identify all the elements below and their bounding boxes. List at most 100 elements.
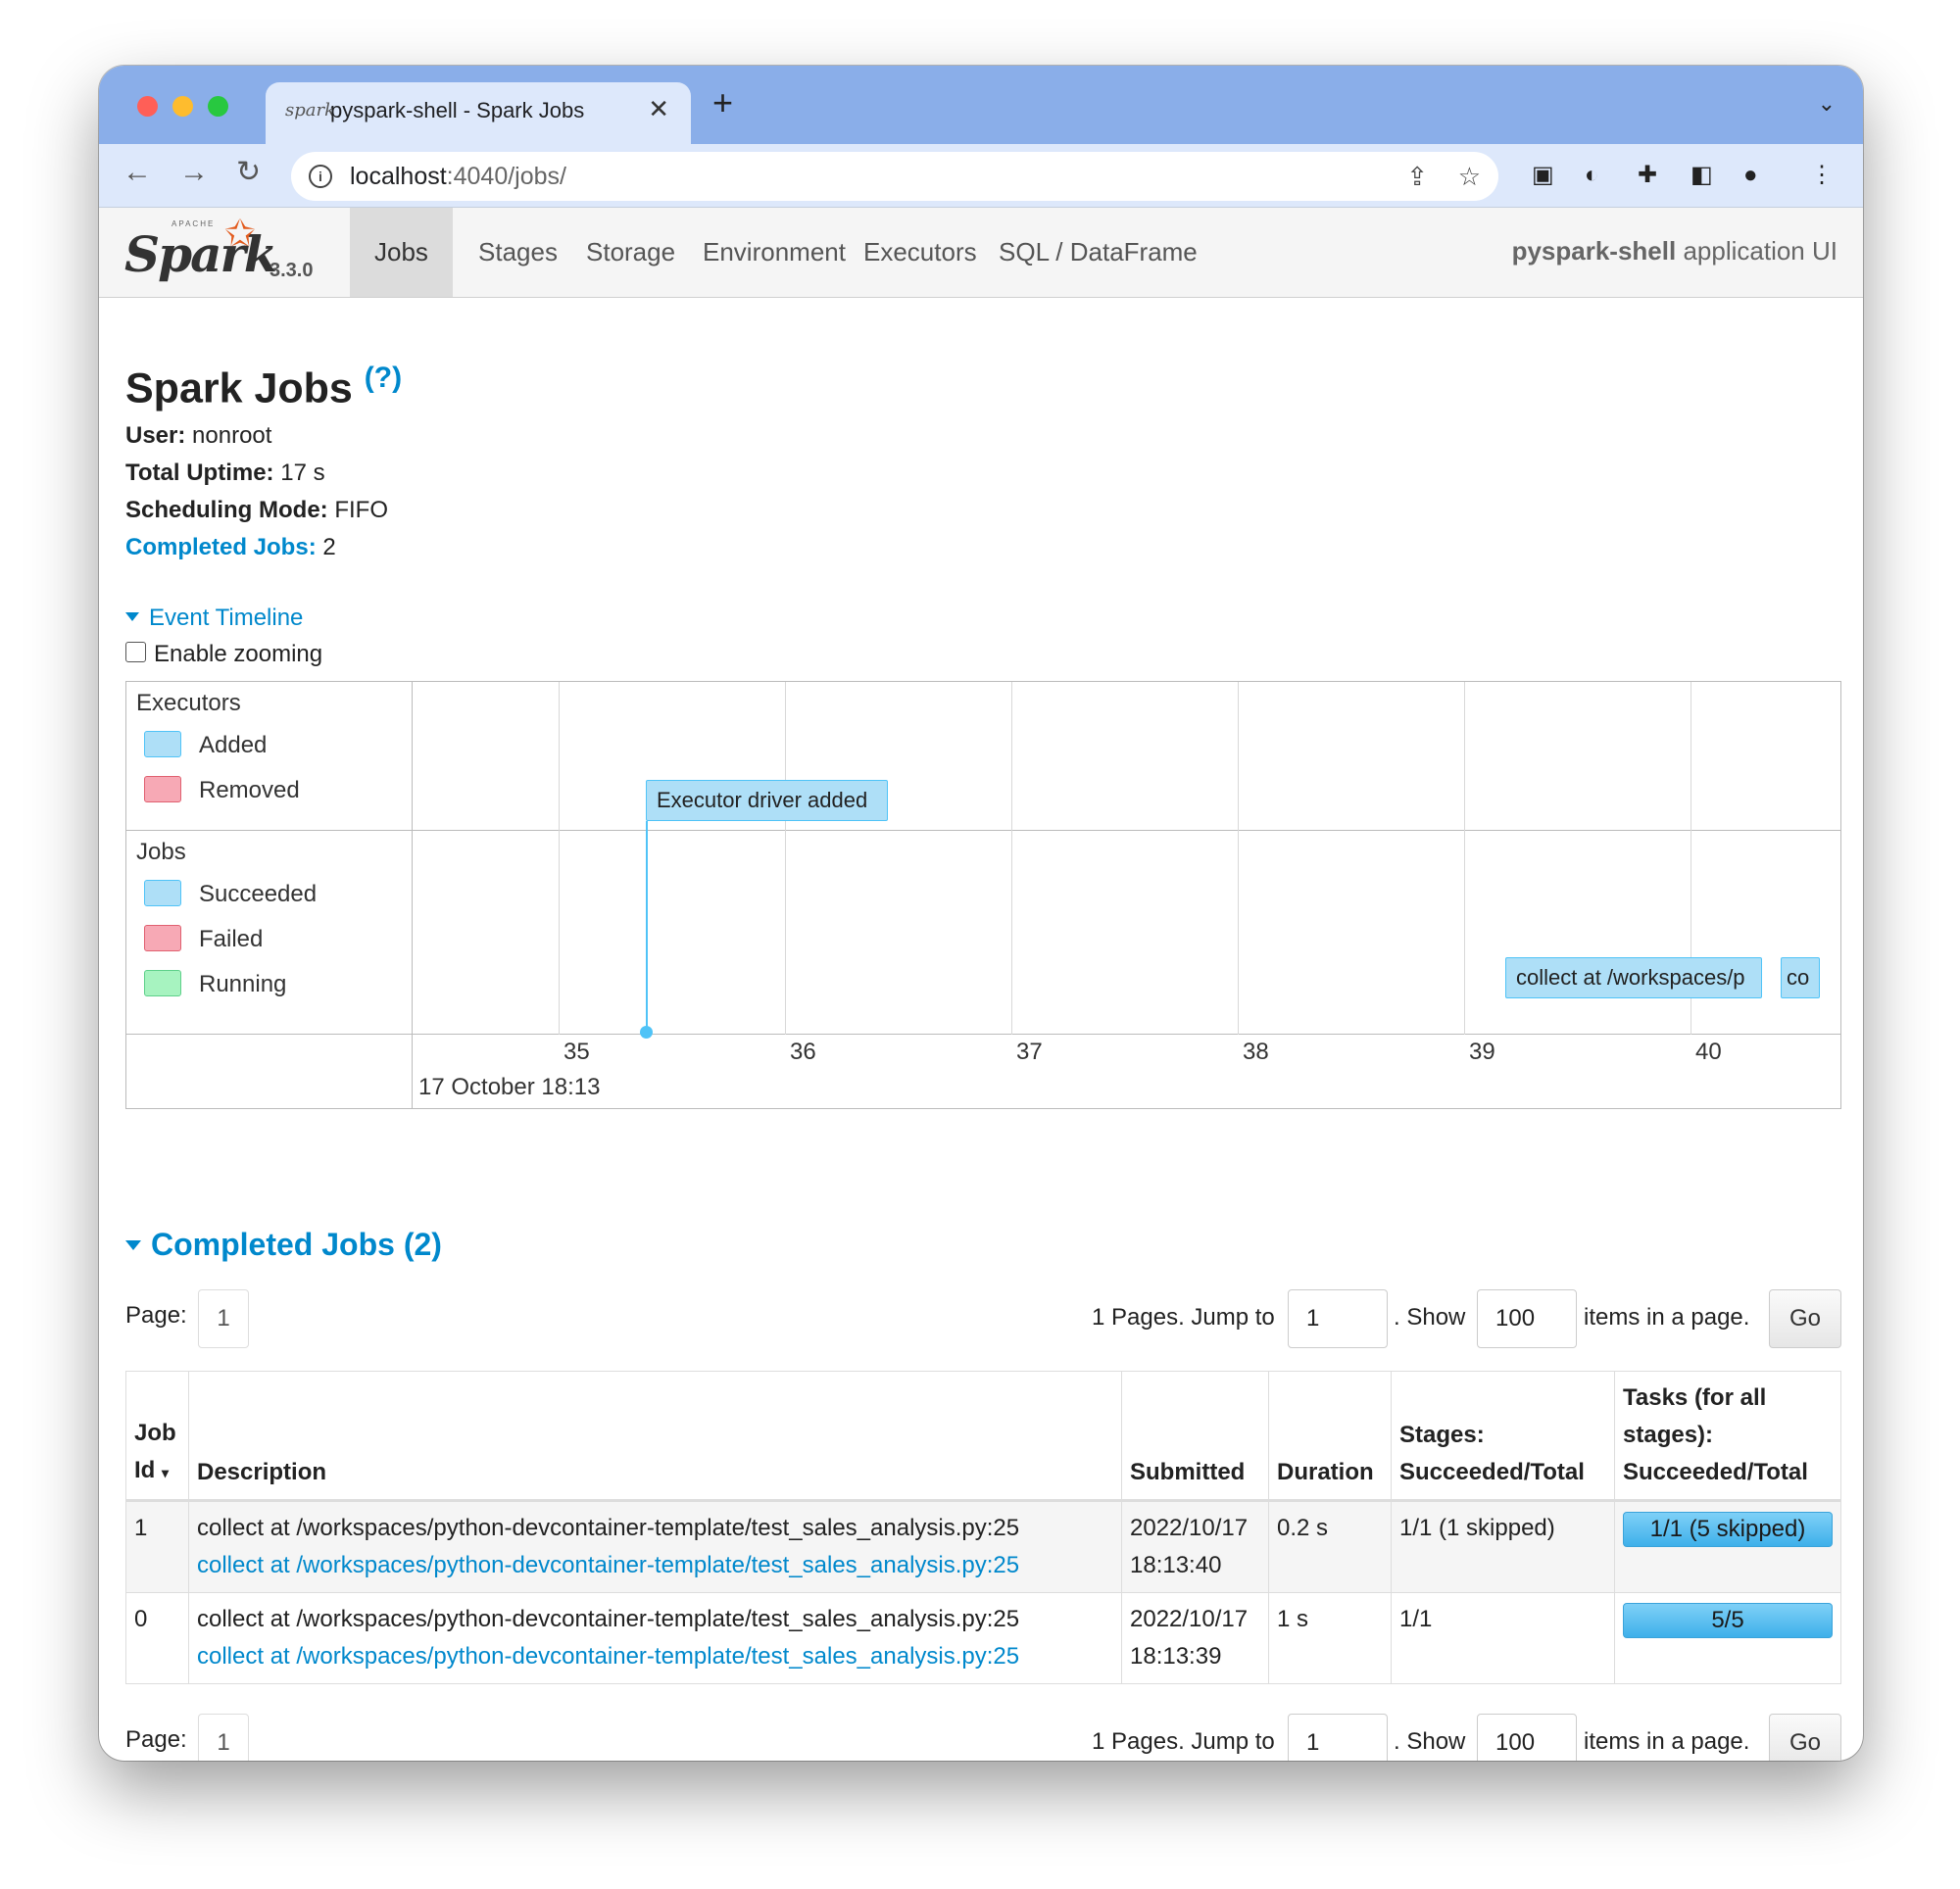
axis-tick-label: 36 xyxy=(790,1039,816,1065)
timeline-legend: Executors Added Removed Jobs Succeeded F… xyxy=(126,682,413,1108)
address-bar[interactable]: i localhost:4040/jobs/ ⇪ ☆ xyxy=(291,152,1498,201)
reload-icon[interactable]: ↻ xyxy=(236,158,261,187)
jobs-legend-title: Jobs xyxy=(136,839,186,865)
notion-extension-icon[interactable]: ▣ xyxy=(1532,162,1554,189)
go-button[interactable]: Go xyxy=(1769,1289,1841,1348)
job-id: 1 xyxy=(125,1500,189,1593)
job-duration: 1 s xyxy=(1268,1592,1392,1684)
tasks-progress-bar: 1/1 (5 skipped) xyxy=(1623,1512,1833,1547)
sort-desc-icon: ▾ xyxy=(162,1465,170,1480)
col-duration[interactable]: Duration xyxy=(1268,1371,1392,1501)
table-header-row: Job Id ▾ Description Submitted Duration … xyxy=(125,1371,1841,1501)
job-description-link[interactable]: collect at /workspaces/python-devcontain… xyxy=(197,1638,1113,1675)
extension-icon[interactable]: ◐ xyxy=(1585,162,1599,189)
browser-tab[interactable]: spark pyspark-shell - Spark Jobs ✕ xyxy=(266,82,691,144)
gridline xyxy=(1464,682,1465,1035)
profile-avatar-icon[interactable]: ● xyxy=(1743,162,1758,189)
executors-legend-title: Executors xyxy=(136,690,241,716)
items-text: items in a page. xyxy=(1584,1304,1750,1331)
job-description: collect at /workspaces/python-devcontain… xyxy=(188,1592,1122,1684)
show-text: . Show xyxy=(1394,1304,1466,1331)
go-button[interactable]: Go xyxy=(1769,1714,1841,1761)
help-link[interactable]: (?) xyxy=(365,362,402,394)
job-submitted: 2022/10/17 18:13:39 xyxy=(1121,1592,1269,1684)
job-tasks: 5/5 xyxy=(1614,1592,1841,1684)
nav-tab-sql-dataframe[interactable]: SQL / DataFrame xyxy=(974,208,1222,297)
tab-title: pyspark-shell - Spark Jobs xyxy=(330,98,585,122)
spark-star-icon: ✩ xyxy=(224,214,256,255)
table-row: 1 collect at /workspaces/python-devconta… xyxy=(125,1500,1841,1593)
items-text: items in a page. xyxy=(1584,1728,1750,1755)
close-window-button[interactable] xyxy=(137,96,158,117)
uptime-row: Total Uptime: 17 s xyxy=(125,460,325,486)
bookmark-star-icon[interactable]: ☆ xyxy=(1458,162,1481,192)
legend-failed: Failed xyxy=(144,925,263,953)
col-description[interactable]: Description xyxy=(188,1371,1122,1501)
side-panel-icon[interactable]: ◧ xyxy=(1690,162,1713,189)
spark-logo[interactable]: APACHE Spark ✩ xyxy=(124,214,277,283)
executor-event-marker xyxy=(640,1026,653,1039)
pages-text: 1 Pages. Jump to xyxy=(1092,1728,1275,1755)
executor-added-event[interactable]: Executor driver added xyxy=(646,780,888,821)
forward-icon[interactable]: → xyxy=(179,158,209,187)
completed-jobs-toggle[interactable]: Completed Jobs (2) xyxy=(125,1227,442,1263)
gridline xyxy=(559,682,560,1035)
nav-tab-jobs[interactable]: Jobs xyxy=(350,208,453,297)
page-number-button[interactable]: 1 xyxy=(198,1714,249,1761)
pagination-top: Page: 1 1 Pages. Jump to . Show items in… xyxy=(125,1289,1841,1348)
job-tasks: 1/1 (5 skipped) xyxy=(1614,1500,1841,1593)
site-info-icon[interactable]: i xyxy=(309,165,332,188)
axis-tick-label: 39 xyxy=(1469,1039,1495,1065)
jump-to-page-input[interactable] xyxy=(1288,1289,1388,1348)
table-row: 0 collect at /workspaces/python-devconta… xyxy=(125,1592,1841,1684)
extensions-puzzle-icon[interactable]: ✚ xyxy=(1638,162,1657,189)
event-timeline-toggle[interactable]: Event Timeline xyxy=(125,605,303,632)
job-description-link[interactable]: collect at /workspaces/python-devcontain… xyxy=(197,1547,1113,1584)
enable-zooming-checkbox[interactable] xyxy=(125,642,146,663)
new-tab-icon[interactable]: + xyxy=(712,85,733,121)
legend-removed: Removed xyxy=(144,776,300,804)
minimize-window-button[interactable] xyxy=(172,96,193,117)
maximize-window-button[interactable] xyxy=(208,96,228,117)
back-icon[interactable]: ← xyxy=(122,158,152,187)
caret-down-icon xyxy=(125,612,139,622)
timeline-axis-divider xyxy=(126,1034,1840,1035)
job-stages: 1/1 xyxy=(1391,1592,1615,1684)
job-event-box[interactable]: co xyxy=(1781,957,1820,998)
page-size-input[interactable] xyxy=(1477,1289,1577,1348)
gridline xyxy=(1238,682,1239,1035)
caret-down-icon xyxy=(125,1239,141,1250)
tab-search-chevron-icon[interactable]: ⌄ xyxy=(1818,91,1836,117)
show-text: . Show xyxy=(1394,1728,1466,1755)
completed-jobs-link[interactable]: Completed Jobs: xyxy=(125,534,317,560)
share-icon[interactable]: ⇪ xyxy=(1406,162,1428,192)
job-event-box[interactable]: collect at /workspaces/p xyxy=(1505,957,1762,998)
completed-jobs-table: Job Id ▾ Description Submitted Duration … xyxy=(125,1371,1841,1684)
completed-jobs-row: Completed Jobs: 2 xyxy=(125,534,336,560)
enable-zooming-label: Enable zooming xyxy=(154,641,323,667)
page-number-button[interactable]: 1 xyxy=(198,1289,249,1348)
gridline xyxy=(785,682,786,1035)
spark-version: 3.3.0 xyxy=(270,260,314,281)
job-stages: 1/1 (1 skipped) xyxy=(1391,1500,1615,1593)
job-id: 0 xyxy=(125,1592,189,1684)
url-text: localhost:4040/jobs/ xyxy=(350,163,566,190)
axis-date-label: 17 October 18:13 xyxy=(418,1074,601,1100)
jump-to-page-input[interactable] xyxy=(1288,1714,1388,1761)
browser-toolbar: ← → ↻ i localhost:4040/jobs/ ⇪ ☆ ▣ ◐ ✚ ◧… xyxy=(99,144,1863,208)
axis-tick-label: 37 xyxy=(1016,1039,1043,1065)
col-stages[interactable]: Stages: Succeeded/Total xyxy=(1391,1371,1615,1501)
col-tasks[interactable]: Tasks (for all stages): Succeeded/Total xyxy=(1614,1371,1841,1501)
scheduling-mode-row: Scheduling Mode: FIFO xyxy=(125,497,388,523)
page-size-input[interactable] xyxy=(1477,1714,1577,1761)
col-submitted[interactable]: Submitted xyxy=(1121,1371,1269,1501)
close-tab-icon[interactable]: ✕ xyxy=(648,94,669,124)
executor-event-line xyxy=(646,821,648,1031)
axis-tick-label: 38 xyxy=(1243,1039,1269,1065)
timeline-row-divider xyxy=(126,830,1840,831)
legend-running: Running xyxy=(144,970,286,998)
job-submitted: 2022/10/17 18:13:40 xyxy=(1121,1500,1269,1593)
job-summary: User: nonroot Total Uptime: 17 s Schedul… xyxy=(125,417,388,566)
col-job-id[interactable]: Job Id ▾ xyxy=(125,1371,189,1501)
browser-menu-icon[interactable]: ⋮ xyxy=(1810,162,1834,189)
